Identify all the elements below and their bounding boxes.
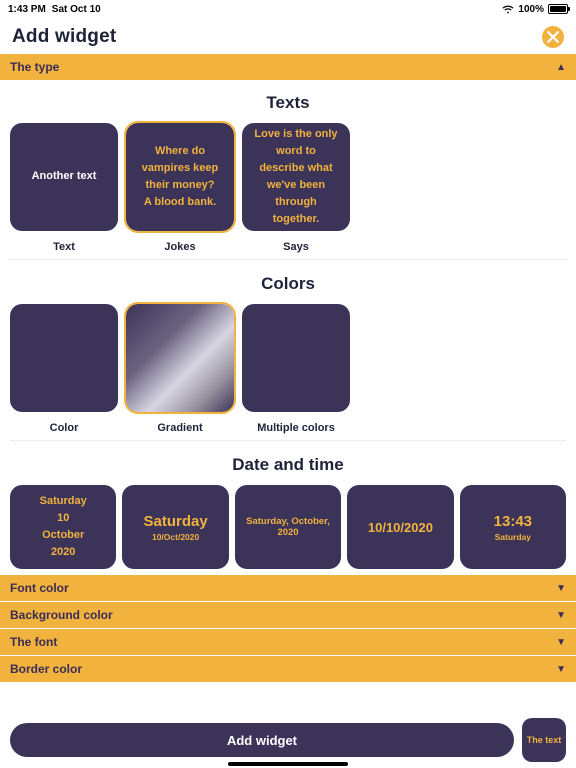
accordion-font-color[interactable]: Font color ▼ <box>0 575 576 601</box>
close-button[interactable] <box>542 26 564 48</box>
text-tile-jokes[interactable]: Where do vampires keep their money? A bl… <box>126 123 234 231</box>
accordion-background-color[interactable]: Background color ▼ <box>0 602 576 628</box>
section-colors: Colors Color Gradient Multiple colors <box>0 262 576 441</box>
section-title-colors: Colors <box>10 274 566 294</box>
battery-icon <box>548 4 568 14</box>
tile-label: Color <box>10 422 118 434</box>
status-date: Sat Oct 10 <box>52 4 101 15</box>
section-texts: Texts Another text Where do vampires kee… <box>0 81 576 260</box>
tile-label: Jokes <box>126 241 234 253</box>
color-tile-multiple[interactable] <box>242 304 350 412</box>
accordion-font[interactable]: The font ▼ <box>0 629 576 655</box>
wifi-icon <box>502 5 514 14</box>
add-widget-button[interactable]: Add widget <box>10 723 514 757</box>
accordion-border-color[interactable]: Border color ▼ <box>0 656 576 682</box>
status-time: 1:43 PM <box>8 4 46 15</box>
chevron-up-icon: ▲ <box>556 62 566 73</box>
datetime-tile-1[interactable]: Saturday 10/Oct/2020 <box>122 485 228 569</box>
color-tile-gradient[interactable] <box>126 304 234 412</box>
datetime-tile-4[interactable]: 13:43 Saturday <box>460 485 566 569</box>
text-tile-says[interactable]: Love is the only word to describe what w… <box>242 123 350 231</box>
accordion-label: Border color <box>10 662 82 676</box>
color-tile-solid[interactable] <box>10 304 118 412</box>
datetime-tile-2[interactable]: Saturday, October, 2020 <box>235 485 341 569</box>
battery-percent: 100% <box>518 4 544 15</box>
tile-label: Says <box>242 241 350 253</box>
section-datetime: Date and time Saturday 10 October 2020 S… <box>0 443 576 569</box>
accordion-label: The font <box>10 635 57 649</box>
text-tile-text[interactable]: Another text <box>10 123 118 231</box>
section-title-texts: Texts <box>10 93 566 113</box>
accordion-label: The type <box>10 60 59 74</box>
close-icon <box>547 31 559 43</box>
tile-label: Multiple colors <box>242 422 350 434</box>
accordion-label: Background color <box>10 608 113 622</box>
tile-label: Text <box>10 241 118 253</box>
chevron-down-icon: ▼ <box>556 637 566 648</box>
widget-preview[interactable]: The text <box>522 718 566 762</box>
chevron-down-icon: ▼ <box>556 610 566 621</box>
accordion-type[interactable]: The type ▲ <box>0 54 576 80</box>
home-indicator <box>228 762 348 766</box>
datetime-tile-0[interactable]: Saturday 10 October 2020 <box>10 485 116 569</box>
chevron-down-icon: ▼ <box>556 664 566 675</box>
accordion-label: Font color <box>10 581 69 595</box>
section-title-datetime: Date and time <box>10 455 566 475</box>
tile-label: Gradient <box>126 422 234 434</box>
chevron-down-icon: ▼ <box>556 583 566 594</box>
footer: Add widget The text <box>0 718 576 762</box>
page-title: Add widget <box>12 26 116 48</box>
header: Add widget <box>0 18 576 54</box>
datetime-tile-3[interactable]: 10/10/2020 <box>347 485 453 569</box>
status-bar: 1:43 PM Sat Oct 10 100% <box>0 0 576 18</box>
